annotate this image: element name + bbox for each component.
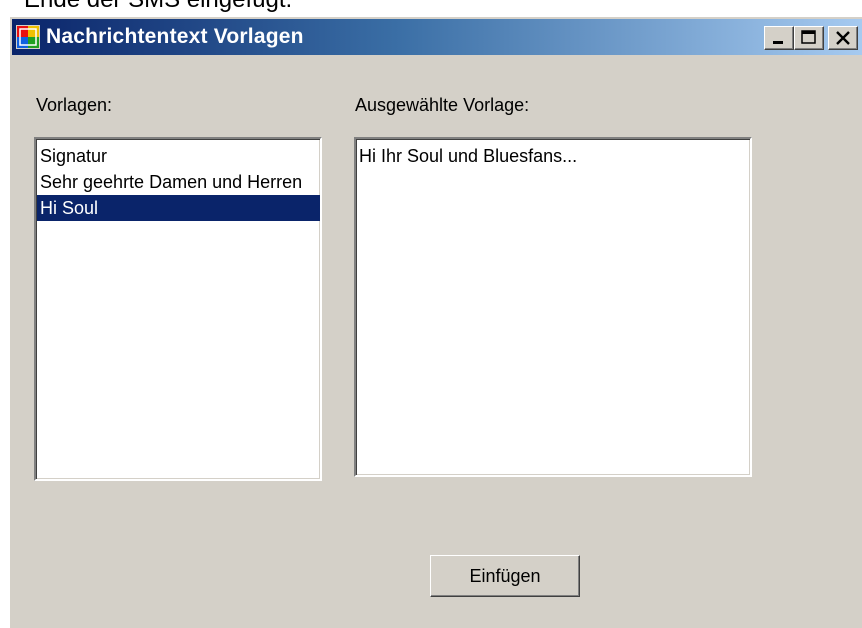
selected-template-label: Ausgewählte Vorlage: (355, 95, 530, 115)
selected-template-text: Hi Ihr Soul und Bluesfans... (359, 146, 578, 166)
list-item-signatur[interactable]: Signatur (37, 143, 320, 169)
templates-listbox[interactable]: Signatur Sehr geehrte Damen und Herren H… (34, 137, 322, 481)
list-item-sehr-geehrte[interactable]: Sehr geehrte Damen und Herren (37, 169, 320, 195)
close-icon (836, 31, 850, 45)
insert-button[interactable]: Einfügen (430, 555, 580, 597)
title-bar[interactable]: Nachrichtentext Vorlagen (12, 19, 862, 55)
list-item-hi-soul[interactable]: Hi Soul (37, 195, 320, 221)
window-title: Nachrichtentext Vorlagen (46, 25, 304, 48)
background-caption: Ende der SMS eingefügt. (24, 0, 292, 14)
maximize-icon (801, 30, 816, 44)
close-button[interactable] (828, 26, 858, 50)
selected-template-textbox[interactable]: Hi Ihr Soul und Bluesfans... (354, 137, 752, 477)
minimize-button[interactable] (764, 26, 794, 50)
minimize-icon (773, 41, 783, 44)
maximize-button[interactable] (794, 26, 824, 50)
dialog-window: Nachrichtentext Vorlagen Vorlagen: Ausge… (9, 16, 862, 628)
app-icon (16, 25, 40, 49)
templates-label: Vorlagen: (36, 95, 113, 115)
